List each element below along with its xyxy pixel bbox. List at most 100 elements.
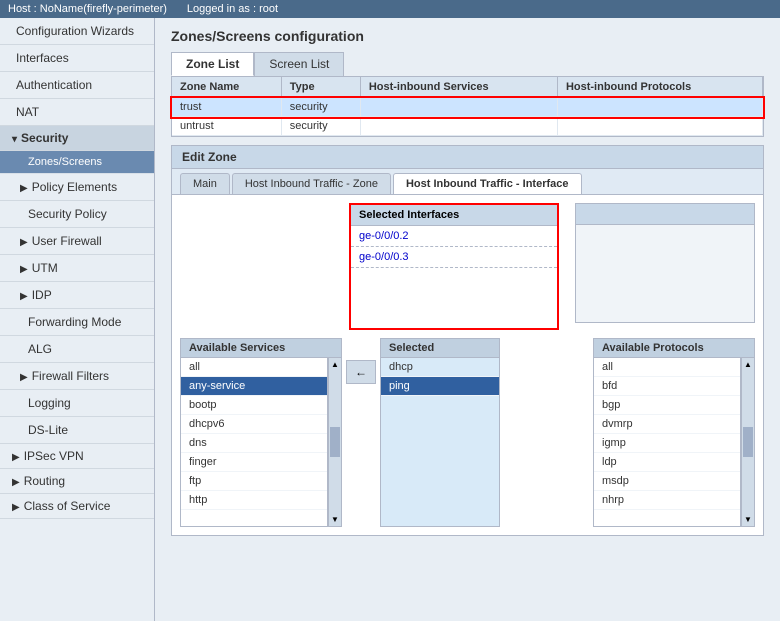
expand-icon: ▶ bbox=[12, 477, 20, 488]
list-item[interactable]: bootp bbox=[181, 396, 327, 415]
list-item[interactable]: bfd bbox=[594, 377, 740, 396]
list-item[interactable]: dhcp bbox=[381, 358, 499, 377]
list-item[interactable]: dvmrp bbox=[594, 415, 740, 434]
top-bar: Host : NoName(firefly-perimeter) Logged … bbox=[0, 0, 780, 18]
sidebar-item-zones-screens[interactable]: Zones/Screens bbox=[0, 151, 154, 174]
sidebar-item-security-policy[interactable]: Security Policy bbox=[0, 201, 154, 228]
list-item[interactable]: all bbox=[594, 358, 740, 377]
expand-icon: ▶ bbox=[12, 452, 20, 463]
edit-zone-panel: Edit Zone Main Host Inbound Traffic - Zo… bbox=[171, 145, 764, 536]
list-item[interactable]: nhrp bbox=[594, 491, 740, 510]
sidebar-label: Configuration Wizards bbox=[16, 24, 134, 38]
sidebar-item-user-firewall[interactable]: ▶User Firewall bbox=[0, 228, 154, 255]
list-item[interactable]: dns bbox=[181, 434, 327, 453]
expand-icon: ▶ bbox=[20, 372, 28, 383]
edit-tab-bar: Main Host Inbound Traffic - Zone Host In… bbox=[172, 169, 763, 195]
sidebar-label: Firewall Filters bbox=[32, 369, 109, 383]
host-label: Host : NoName(firefly-perimeter) bbox=[8, 3, 167, 15]
right-panel bbox=[575, 203, 755, 323]
scroll-down-icon[interactable]: ▼ bbox=[331, 515, 339, 524]
zone-host-services-cell bbox=[360, 117, 557, 136]
edit-tab-content: Selected Interfaces ge-0/0/0.2 ge-0/0/0.… bbox=[172, 195, 763, 535]
sidebar-item-alg[interactable]: ALG bbox=[0, 336, 154, 363]
available-services-container: Available Services all any-service bootp… bbox=[180, 338, 342, 527]
sidebar-item-config-wizards[interactable]: Configuration Wizards bbox=[0, 18, 154, 45]
tab-host-inbound-zone[interactable]: Host Inbound Traffic - Zone bbox=[232, 173, 391, 194]
interface-item[interactable]: ge-0/0/0.2 bbox=[351, 226, 557, 247]
list-item[interactable]: ping bbox=[381, 377, 499, 396]
list-item[interactable]: finger bbox=[181, 453, 327, 472]
table-row[interactable]: trust security bbox=[172, 98, 763, 117]
table-row[interactable]: untrust security bbox=[172, 117, 763, 136]
scroll-thumb bbox=[330, 427, 340, 457]
zone-host-protocols-cell bbox=[557, 98, 762, 117]
zone-type-cell: security bbox=[281, 117, 360, 136]
sidebar-label: Forwarding Mode bbox=[28, 315, 121, 329]
main-layout: Configuration Wizards Interfaces Authent… bbox=[0, 18, 780, 621]
selected-services-container: Selected dhcp ping bbox=[380, 338, 500, 527]
tab-host-inbound-interface[interactable]: Host Inbound Traffic - Interface bbox=[393, 173, 582, 194]
list-item[interactable]: any-service bbox=[181, 377, 327, 396]
zone-tab-bar: Zone List Screen List bbox=[171, 52, 764, 76]
sidebar-item-logging[interactable]: Logging bbox=[0, 390, 154, 417]
expand-icon: ▶ bbox=[20, 183, 28, 194]
list-item[interactable]: msdp bbox=[594, 472, 740, 491]
tab-main[interactable]: Main bbox=[180, 173, 230, 194]
col-zone-name: Zone Name bbox=[172, 77, 281, 98]
scroll-up-icon[interactable]: ▲ bbox=[331, 360, 339, 369]
main-content: Zones/Screens configuration Zone List Sc… bbox=[155, 18, 780, 621]
sidebar-label: ALG bbox=[28, 342, 52, 356]
sidebar-label: Authentication bbox=[16, 78, 92, 92]
list-item[interactable]: dhcpv6 bbox=[181, 415, 327, 434]
list-item[interactable]: all bbox=[181, 358, 327, 377]
expand-icon: ▶ bbox=[12, 502, 20, 513]
sidebar-item-ipsec-vpn[interactable]: ▶IPSec VPN bbox=[0, 444, 154, 469]
sidebar-item-forwarding-mode[interactable]: Forwarding Mode bbox=[0, 309, 154, 336]
zone-table: Zone Name Type Host-inbound Services Hos… bbox=[172, 77, 763, 136]
interface-item[interactable]: ge-0/0/0.3 bbox=[351, 247, 557, 268]
list-item[interactable]: igmp bbox=[594, 434, 740, 453]
sidebar-item-interfaces[interactable]: Interfaces bbox=[0, 45, 154, 72]
scrollbar-services[interactable]: ▲ ▼ bbox=[328, 357, 342, 527]
sidebar-item-routing[interactable]: ▶Routing bbox=[0, 469, 154, 494]
sidebar-label: User Firewall bbox=[32, 234, 102, 248]
col-host-services: Host-inbound Services bbox=[360, 77, 557, 98]
sidebar-label: Policy Elements bbox=[32, 180, 117, 194]
interfaces-row: Selected Interfaces ge-0/0/0.2 ge-0/0/0.… bbox=[180, 203, 755, 330]
sidebar-item-class-of-service[interactable]: ▶Class of Service bbox=[0, 494, 154, 519]
sidebar-label: NAT bbox=[16, 105, 39, 119]
scrollbar-protocols[interactable]: ▲ ▼ bbox=[741, 357, 755, 527]
arrow-button-container: ← bbox=[346, 338, 376, 386]
available-services-list[interactable]: all any-service bootp dhcpv6 dns finger … bbox=[180, 357, 328, 527]
sidebar-item-utm[interactable]: ▶UTM bbox=[0, 255, 154, 282]
scroll-down-icon[interactable]: ▼ bbox=[744, 515, 752, 524]
available-protocols-container: Available Protocols all bfd bgp dvmrp ig… bbox=[593, 338, 755, 527]
sidebar-item-policy-elements[interactable]: ▶ Policy Elements bbox=[0, 174, 154, 201]
right-panel-header bbox=[576, 204, 754, 225]
sidebar-label: Security bbox=[21, 131, 68, 145]
zone-name-cell: trust bbox=[172, 98, 281, 117]
sidebar-item-idp[interactable]: ▶IDP bbox=[0, 282, 154, 309]
available-protocols-list[interactable]: all bfd bgp dvmrp igmp ldp msdp nhrp bbox=[593, 357, 741, 527]
sidebar-item-nat[interactable]: NAT bbox=[0, 99, 154, 126]
sidebar-label: Logging bbox=[28, 396, 71, 410]
list-item[interactable]: ftp bbox=[181, 472, 327, 491]
list-item[interactable]: http bbox=[181, 491, 327, 510]
expand-icon: ▾ bbox=[12, 134, 17, 145]
sidebar-item-security[interactable]: ▾ Security bbox=[0, 126, 154, 151]
sidebar-label: Security Policy bbox=[28, 207, 107, 221]
available-protocols-wrapper: all bfd bgp dvmrp igmp ldp msdp nhrp ▲ bbox=[593, 357, 755, 527]
tab-screen-list[interactable]: Screen List bbox=[254, 52, 344, 76]
list-item[interactable]: ldp bbox=[594, 453, 740, 472]
sidebar-item-ds-lite[interactable]: DS-Lite bbox=[0, 417, 154, 444]
zone-host-protocols-cell bbox=[557, 117, 762, 136]
list-item[interactable]: bgp bbox=[594, 396, 740, 415]
scroll-up-icon[interactable]: ▲ bbox=[744, 360, 752, 369]
tab-zone-list[interactable]: Zone List bbox=[171, 52, 254, 76]
sidebar: Configuration Wizards Interfaces Authent… bbox=[0, 18, 155, 621]
sidebar-item-authentication[interactable]: Authentication bbox=[0, 72, 154, 99]
selected-services-list[interactable]: dhcp ping bbox=[380, 357, 500, 527]
sidebar-item-firewall-filters[interactable]: ▶ Firewall Filters bbox=[0, 363, 154, 390]
move-left-button[interactable]: ← bbox=[346, 360, 376, 384]
logged-label: Logged in as : root bbox=[187, 3, 278, 15]
